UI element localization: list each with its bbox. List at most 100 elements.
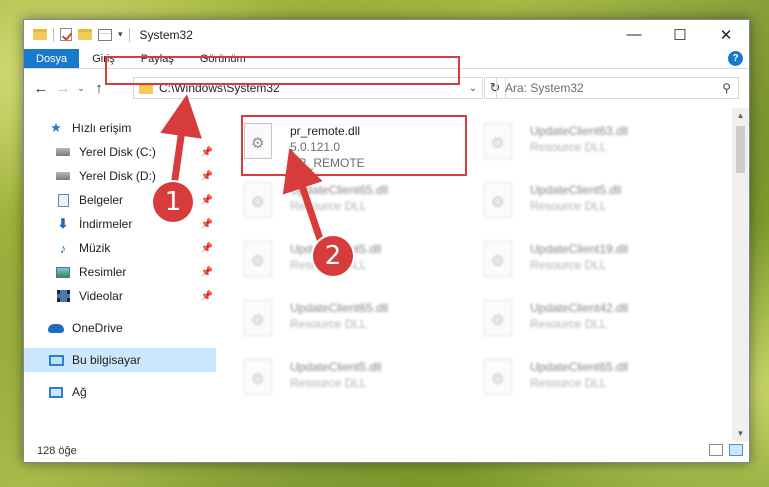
dll-file-icon: [244, 182, 272, 218]
recent-locations-icon[interactable]: ⌄: [74, 83, 88, 94]
list-item[interactable]: UpdateClient65.dll Resource DLL: [244, 300, 388, 336]
address-highlight-box: [105, 56, 460, 85]
pin-icon[interactable]: 📌: [201, 291, 213, 302]
scroll-up-icon[interactable]: ▲: [732, 111, 749, 120]
file-name: UpdateClient65.dll: [530, 360, 629, 374]
explorer-window: ▾ System32 — ☐ ✕ Dosya Giriş Paylaş Görü…: [23, 19, 750, 463]
scrollbar-thumb[interactable]: [736, 126, 745, 173]
dll-file-icon: [484, 300, 512, 336]
documents-icon: [55, 193, 71, 207]
file-name: UpdateClient63.dll: [530, 124, 629, 138]
list-item[interactable]: UpdateClient42.dll Resource DLL: [484, 300, 628, 336]
sidebar-item-label: Yerel Disk (C:): [79, 145, 156, 159]
pin-icon[interactable]: 📌: [201, 267, 213, 278]
file-name: UpdateClient65.dll: [290, 183, 389, 197]
sidebar-item-music[interactable]: ♪ Müzik 📌: [24, 236, 216, 260]
help-icon[interactable]: ?: [728, 51, 743, 66]
scroll-down-icon[interactable]: ▼: [732, 429, 749, 438]
music-icon: ♪: [59, 240, 67, 256]
sidebar-item-label: Resimler: [79, 265, 127, 279]
window-controls: — ☐ ✕: [611, 20, 749, 49]
search-placeholder: Ara: System32: [505, 81, 584, 95]
step-1-badge: 1: [153, 182, 193, 222]
properties-check-icon[interactable]: [60, 28, 72, 41]
new-folder-icon[interactable]: [78, 29, 92, 40]
pin-icon[interactable]: 📌: [201, 219, 213, 230]
close-button[interactable]: ✕: [703, 20, 749, 49]
sidebar-item-onedrive[interactable]: OneDrive: [24, 316, 216, 340]
star-icon: ★: [50, 120, 62, 135]
navigation-pane: ★ Hızlı erişim Yerel Disk (C:) 📌 Yerel D…: [24, 108, 216, 441]
search-icon[interactable]: ⚲: [722, 81, 731, 95]
dll-file-icon: [484, 123, 512, 159]
dll-file-icon: [484, 182, 512, 218]
file-description: Resource DLL: [290, 376, 367, 390]
vertical-scrollbar[interactable]: ▲ ▼: [732, 108, 749, 441]
sidebar-item-label: Hızlı erişim: [72, 121, 132, 135]
status-bar: 128 öğe: [24, 440, 749, 462]
sidebar-item-quick-access[interactable]: ★ Hızlı erişim: [24, 116, 216, 140]
search-input[interactable]: Ara: System32 ⚲: [496, 77, 739, 99]
dll-file-icon: [244, 359, 272, 395]
network-icon: [48, 385, 64, 399]
separator: [53, 27, 54, 42]
sidebar-item-label: Videolar: [79, 289, 123, 303]
details-view-icon[interactable]: [709, 444, 723, 456]
sidebar-item-network[interactable]: Ağ: [24, 380, 216, 404]
list-item[interactable]: UpdateClient65.dll Resource DLL: [244, 182, 388, 218]
file-description: Resource DLL: [530, 140, 607, 154]
customize-toolbar-icon[interactable]: [98, 28, 112, 41]
sidebar-item-label: Ağ: [72, 385, 87, 399]
pictures-icon: [55, 265, 71, 279]
file-description: Resource DLL: [290, 199, 367, 213]
file-description: Resource DLL: [530, 317, 607, 331]
sidebar-item-local-disk-d[interactable]: Yerel Disk (D:) 📌: [24, 164, 216, 188]
list-item[interactable]: UpdateClient65.dll Resource DLL: [484, 359, 628, 395]
maximize-button[interactable]: ☐: [657, 20, 703, 49]
pin-icon[interactable]: 📌: [201, 171, 213, 182]
item-count: 128 öğe: [37, 445, 77, 457]
title-bar: ▾ System32 — ☐ ✕: [24, 20, 749, 49]
toolbar-dropdown-icon[interactable]: ▾: [118, 29, 123, 40]
sidebar-item-label: Müzik: [79, 241, 111, 255]
window-title: System32: [139, 27, 193, 42]
dll-file-icon: [484, 359, 512, 395]
sidebar-item-pictures[interactable]: Resimler 📌: [24, 260, 216, 284]
sidebar-item-videos[interactable]: Videolar 📌: [24, 284, 216, 308]
dll-file-icon: [244, 300, 272, 336]
disk-icon: [55, 169, 71, 183]
computer-icon: [48, 353, 64, 367]
folder-icon: [33, 29, 47, 40]
list-item[interactable]: UpdateClient5.dll Resource DLL: [244, 359, 381, 395]
dll-file-icon: [244, 241, 272, 277]
address-dropdown-icon[interactable]: ⌄: [464, 83, 482, 94]
minimize-button[interactable]: —: [611, 20, 657, 49]
pin-icon[interactable]: 📌: [201, 195, 213, 206]
file-name: UpdateClient19.dll: [530, 242, 629, 256]
disk-icon: [55, 145, 71, 159]
cloud-icon: [48, 321, 64, 335]
sidebar-item-this-pc[interactable]: Bu bilgisayar: [24, 348, 216, 372]
downloads-icon: ⬇: [57, 216, 69, 231]
quick-access-toolbar: ▾ System32: [24, 27, 193, 42]
sidebar-item-label: İndirmeler: [79, 217, 133, 231]
sidebar-item-label: Bu bilgisayar: [72, 353, 141, 367]
list-item[interactable]: UpdateClient5.dll Resource DLL: [484, 182, 621, 218]
forward-button[interactable]: →: [52, 80, 74, 97]
back-button[interactable]: ←: [30, 80, 52, 97]
file-description: Resource DLL: [290, 317, 367, 331]
sidebar-item-label: Belgeler: [79, 193, 124, 207]
step-2-badge: 2: [313, 236, 353, 276]
videos-icon: [55, 289, 71, 303]
list-item[interactable]: UpdateClient63.dll Resource DLL: [484, 123, 628, 159]
file-description: Resource DLL: [530, 258, 607, 272]
pin-icon[interactable]: 📌: [201, 243, 213, 254]
tab-file[interactable]: Dosya: [24, 49, 80, 68]
file-name: UpdateClient5.dll: [530, 183, 622, 197]
pin-icon[interactable]: 📌: [201, 147, 213, 158]
sidebar-item-local-disk-c[interactable]: Yerel Disk (C:) 📌: [24, 140, 216, 164]
list-item[interactable]: UpdateClient19.dll Resource DLL: [484, 241, 628, 277]
file-highlight-box: [241, 115, 467, 176]
file-description: Resource DLL: [530, 376, 607, 390]
large-icons-view-icon[interactable]: [729, 444, 743, 456]
